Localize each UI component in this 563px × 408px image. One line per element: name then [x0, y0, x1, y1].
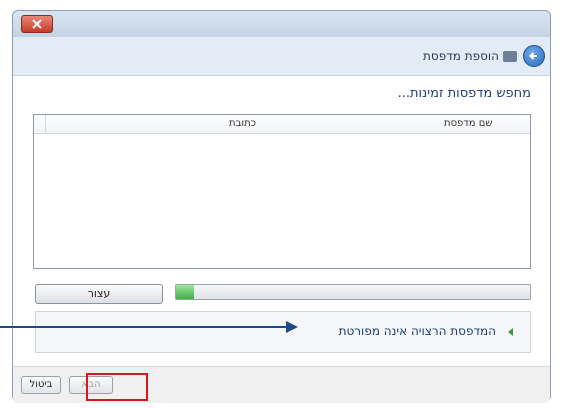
green-arrow-icon [508, 328, 513, 336]
next-button-highlight [86, 373, 148, 401]
title-bar [13, 11, 550, 38]
close-icon [32, 19, 42, 29]
navigation-bar: הוספת מדפסת [13, 37, 550, 76]
back-arrow-icon [529, 52, 537, 60]
page-heading: מחפש מדפסות זמינות... [397, 86, 531, 101]
window-title: הוספת מדפסת [423, 49, 499, 63]
close-button[interactable] [21, 15, 53, 33]
callout-arrow [0, 321, 298, 333]
cancel-button[interactable]: ביטול [21, 376, 61, 394]
printer-list-header: שם מדפסת כתובת [34, 115, 530, 134]
column-header-printer-name[interactable]: שם מדפסת [444, 118, 492, 129]
column-divider [45, 115, 46, 133]
printer-list[interactable]: שם מדפסת כתובת [33, 114, 531, 269]
progress-fill [176, 285, 194, 299]
search-progress-bar [175, 284, 531, 300]
column-header-address[interactable]: כתובת [229, 118, 256, 129]
back-button[interactable] [523, 45, 545, 67]
add-printer-window: הוספת מדפסת מחפש מדפסות זמינות... שם מדפ… [12, 10, 551, 403]
printer-icon [503, 51, 517, 62]
